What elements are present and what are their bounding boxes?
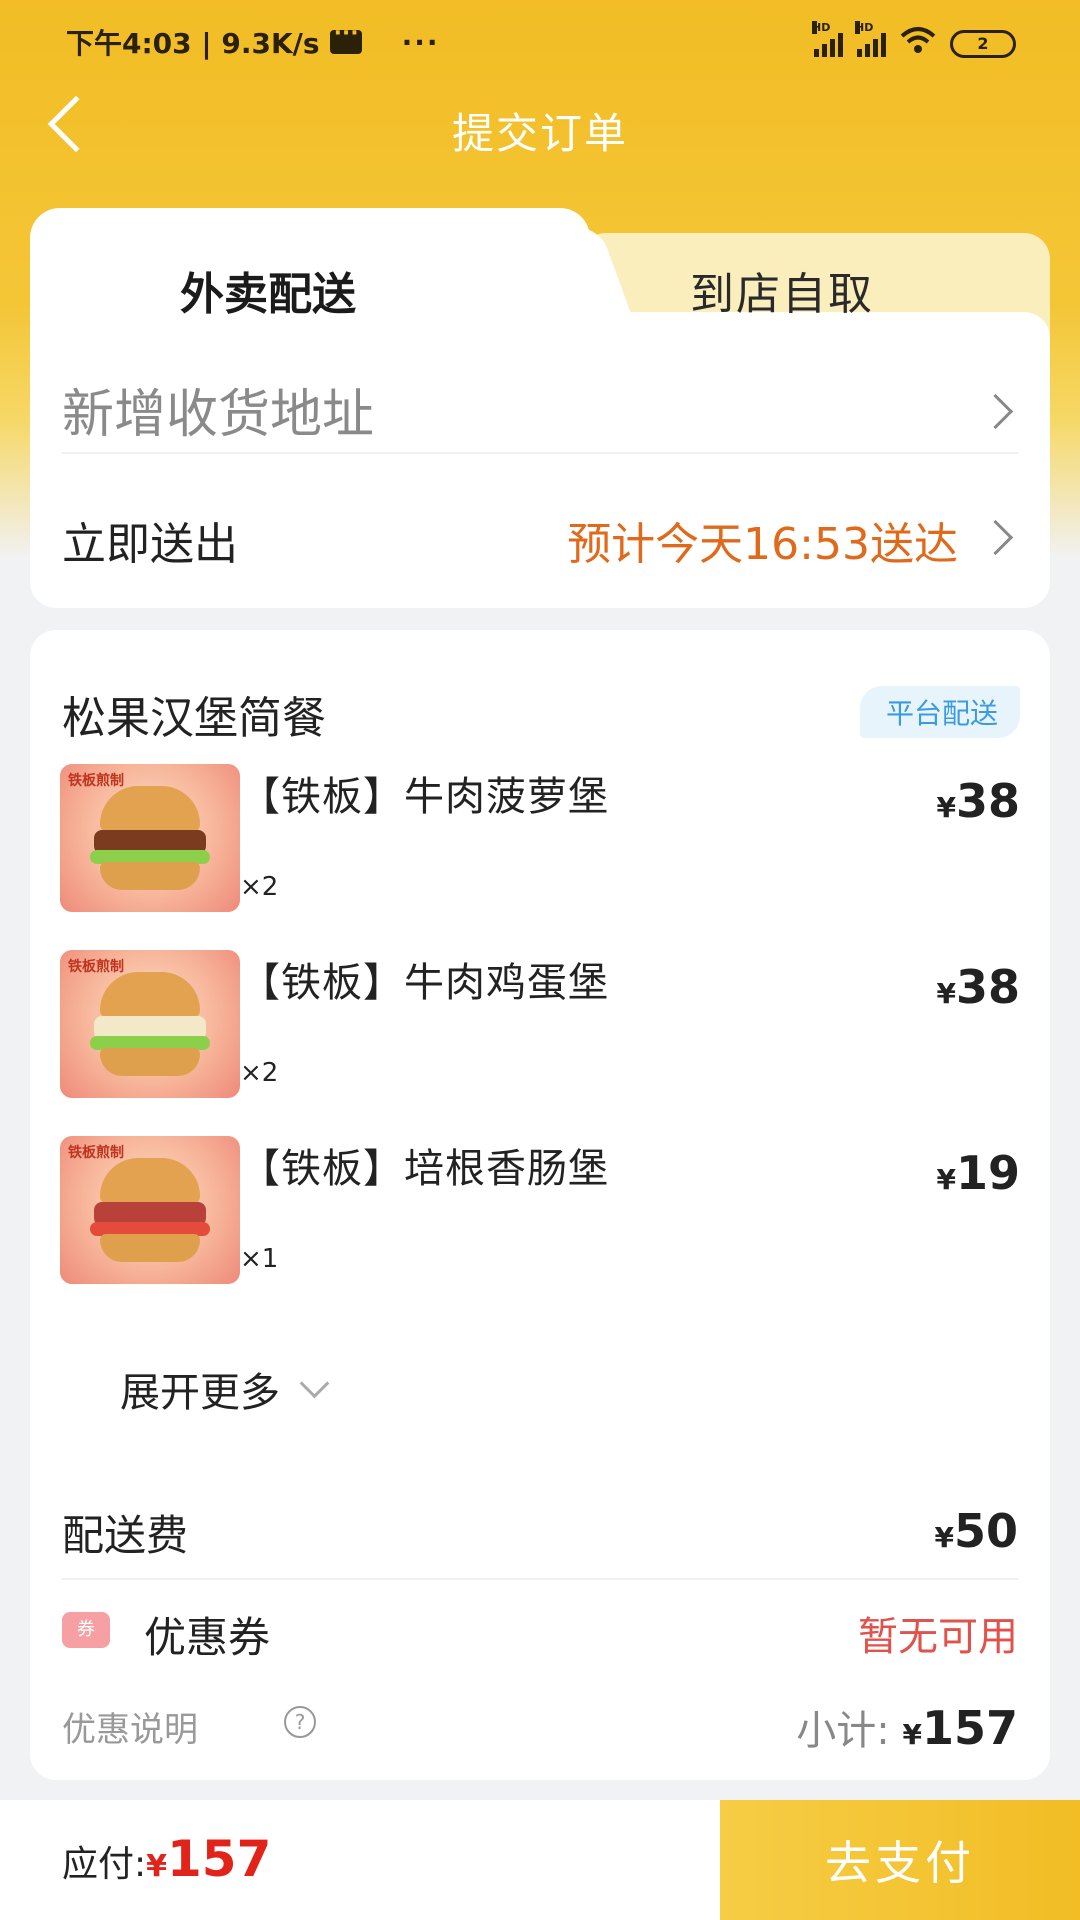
status-time: 下午4:03 | 9.3K/s: [66, 27, 320, 60]
list-item: 铁板煎制 【铁板】牛肉菠萝堡 ×2 ¥38: [60, 764, 1020, 924]
add-address-placeholder: 新增收货地址: [62, 385, 375, 445]
signal-icon: HD: [812, 20, 843, 57]
item-price: ¥38: [936, 774, 1021, 828]
checkout-bar: 应付:¥157 去支付: [0, 1800, 1080, 1920]
burger-image: 铁板煎制: [60, 950, 240, 1098]
battery-icon: 2: [950, 29, 1016, 58]
page-header: 提交订单: [0, 90, 1080, 170]
delivery-fee-value: ¥50: [934, 1504, 1019, 1558]
coupon-row[interactable]: 券 优惠券 暂无可用: [62, 1592, 1018, 1672]
subtotal: 小计: ¥157: [796, 1701, 1018, 1755]
item-quantity: ×2: [240, 872, 279, 902]
help-icon[interactable]: ?: [284, 1706, 316, 1738]
delivery-fee-label: 配送费: [62, 1511, 189, 1560]
payable-amount: 应付:¥157: [62, 1830, 272, 1888]
signal-icon: HD: [855, 20, 886, 57]
add-address-row[interactable]: 新增收货地址: [62, 342, 1018, 454]
more-dots-icon: ···: [401, 25, 440, 59]
item-name: 【铁板】牛肉菠萝堡: [240, 774, 609, 820]
item-quantity: ×1: [240, 1244, 279, 1274]
status-bar: 下午4:03 | 9.3K/s ··· HD HD 2: [0, 0, 1080, 80]
chevron-down-icon: [299, 1368, 330, 1398]
burger-image: 铁板煎制: [60, 1136, 240, 1284]
delivery-time-row[interactable]: 立即送出 预计今天16:53送达: [62, 482, 1018, 592]
expand-more-button[interactable]: 展开更多: [120, 1360, 330, 1418]
burger-image: 铁板煎制: [60, 764, 240, 912]
item-name: 【铁板】培根香肠堡: [240, 1146, 609, 1192]
subtotal-row: 优惠说明 ? 小计: ¥157: [62, 1690, 1018, 1760]
chevron-right-icon: [977, 519, 1014, 556]
tab-pickup[interactable]: 到店自取: [690, 258, 874, 322]
coupon-label: 优惠券: [144, 1613, 271, 1662]
order-card: 松果汉堡简餐 平台配送 铁板煎制 【铁板】牛肉菠萝堡 ×2 ¥38 铁板煎制 【…: [30, 630, 1050, 1780]
delivery-option-label: 立即送出: [62, 519, 238, 570]
wifi-icon: [900, 26, 936, 61]
shop-name: 松果汉堡简餐: [62, 693, 326, 744]
page-title: 提交订单: [451, 109, 628, 158]
item-quantity: ×2: [240, 1058, 279, 1088]
platform-delivery-badge: 平台配送: [859, 686, 1020, 738]
pay-button[interactable]: 去支付: [720, 1800, 1080, 1920]
item-name: 【铁板】牛肉鸡蛋堡: [240, 960, 609, 1006]
delivery-mode-tabs: 外卖配送 到店自取: [30, 208, 1050, 343]
address-card: 新增收货地址 立即送出 预计今天16:53送达: [30, 312, 1050, 608]
eta-text: 预计今天16:53送达: [567, 519, 958, 570]
list-item: 铁板煎制 【铁板】培根香肠堡 ×1 ¥19: [60, 1136, 1020, 1296]
coupon-status: 暂无可用: [858, 1614, 1018, 1660]
expand-more-label: 展开更多: [120, 1370, 280, 1416]
coupon-icon: 券: [62, 1612, 110, 1648]
message-icon: [329, 21, 362, 54]
tab-delivery[interactable]: 外卖配送: [180, 258, 356, 322]
discount-explanation-link[interactable]: 优惠说明: [62, 1702, 198, 1751]
item-price: ¥19: [936, 1146, 1021, 1200]
chevron-right-icon: [977, 393, 1014, 430]
item-price: ¥38: [936, 960, 1021, 1014]
list-item: 铁板煎制 【铁板】牛肉鸡蛋堡 ×2 ¥38: [60, 950, 1020, 1110]
delivery-fee-row: 配送费 ¥50: [62, 1482, 1018, 1580]
